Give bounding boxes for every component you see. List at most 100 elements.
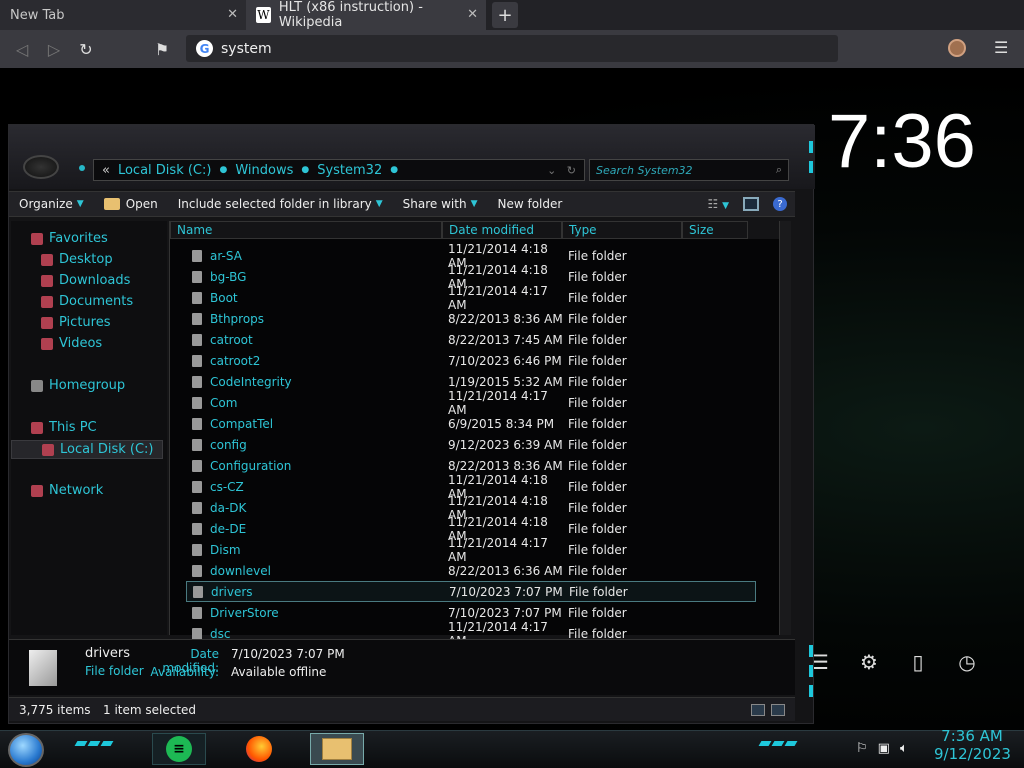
include-label: Include selected folder in library [177,197,372,211]
menu-icon[interactable]: ☰ [994,38,1008,57]
file-type: File folder [568,500,627,515]
tab-wikipedia[interactable]: W HLT (x86 instruction) - Wikipedia ✕ [246,0,486,30]
column-name[interactable]: Name [170,221,442,239]
taskbar-firefox[interactable] [232,733,286,765]
breadcrumb-separator-icon[interactable]: ● [219,165,227,175]
explorer-address-bar[interactable]: « Local Disk (C:) ● Windows ● System32 ●… [93,159,585,181]
breadcrumb-local-disk[interactable]: Local Disk (C:) [118,163,211,178]
volume-icon[interactable]: 🔈︎ [900,741,908,756]
gear-icon[interactable]: ⚙ [857,650,881,674]
new-tab-button[interactable]: + [492,2,518,28]
reload-icon[interactable]: ↻ [70,33,102,65]
open-button[interactable]: Open [94,197,168,211]
profile-avatar[interactable] [948,39,966,57]
table-row[interactable]: Com 11/21/2014 4:17 AM File folder [170,389,780,417]
item-count: 3,775 items [19,702,91,717]
chevron-down-icon: ▼ [470,199,478,209]
cyan-accent [809,645,813,657]
back-icon[interactable]: ◁ [6,33,38,65]
include-in-library-button[interactable]: Include selected folder in library ▼ [168,197,393,211]
flag-icon[interactable]: ⚐ [856,741,868,756]
table-row[interactable]: CompatTel 6/9/2015 8:34 PM File folder [170,413,780,434]
taskbar-file-explorer[interactable] [310,733,364,765]
table-row[interactable]: drivers 7/10/2023 7:07 PM File folder [186,581,756,602]
nav-this-pc[interactable]: This PC [31,420,97,435]
file-name: catroot [210,332,253,347]
folder-icon [192,522,202,535]
nav-documents[interactable]: Documents [41,294,133,309]
nav-videos[interactable]: Videos [41,336,102,351]
folder-icon [192,333,202,346]
network-status-icon[interactable]: ▣ [878,741,890,756]
history-icon[interactable]: ◷ [955,650,979,674]
breadcrumb-separator-icon[interactable]: ● [301,165,309,175]
address-controls-icon[interactable]: ⌄ ↻ [547,164,576,177]
nav-homegroup[interactable]: Homegroup [31,378,125,393]
forward-icon[interactable]: ▷ [38,33,70,65]
column-size[interactable]: Size [682,221,748,239]
recent-dot[interactable] [79,165,85,171]
preview-pane-icon[interactable] [743,197,759,211]
column-type[interactable]: Type [562,221,682,239]
table-row[interactable]: Bthprops 8/22/2013 8:36 AM File folder [170,308,780,329]
details-availability-label: Availability: [150,665,219,679]
taskbar-decoration [758,741,798,746]
address-bar[interactable]: G system [186,35,838,62]
close-icon[interactable]: ✕ [467,7,478,22]
close-icon[interactable]: ✕ [227,7,238,22]
new-folder-button[interactable]: New folder [487,197,572,211]
share-with-button[interactable]: Share with ▼ [393,197,488,211]
column-header: Name Date modified Type Size [170,221,780,239]
nav-desktop[interactable]: Desktop [41,252,113,267]
breadcrumb-separator-icon[interactable]: ● [390,165,398,175]
open-label: Open [125,197,158,211]
bookmark-icon[interactable]: ⚑ [146,33,178,65]
bookmark-icon[interactable]: ▯ [906,650,930,674]
view-options-icon[interactable]: ☷ ▼ [708,197,730,211]
document-icon [41,295,53,308]
folder-icon [192,312,202,325]
organize-button[interactable]: Organize ▼ [9,197,94,211]
breadcrumb-prefix[interactable]: « [102,163,110,178]
nav-label: Pictures [59,315,111,330]
nav-local-disk[interactable]: Local Disk (C:) [11,440,163,459]
breadcrumb-system32[interactable]: System32 [317,163,382,178]
details-view-icon[interactable] [751,703,765,716]
table-row[interactable]: config 9/12/2023 6:39 AM File folder [170,434,780,455]
nav-pictures[interactable]: Pictures [41,315,110,330]
tab-new-tab[interactable]: New Tab ✕ [0,0,246,30]
table-row[interactable]: catroot 8/22/2013 7:45 AM File folder [170,329,780,350]
taskbar-notes-app[interactable]: ≡ [152,733,206,765]
start-button[interactable] [8,733,44,767]
table-row[interactable]: downlevel 8/22/2013 6:36 AM File folder [170,560,780,581]
back-forward-orb[interactable] [23,155,59,179]
command-bar-right: ☷ ▼ ? [708,197,787,211]
folder-icon [192,417,202,430]
file-name: catroot2 [210,353,261,368]
file-name-cell: CodeIntegrity [170,375,448,389]
nav-label: Downloads [59,273,131,288]
details-availability-value: Available offline [231,665,327,679]
search-input[interactable]: Search System32 ⌕ [589,159,789,181]
nav-downloads[interactable]: Downloads [41,273,130,288]
file-type: File folder [568,437,627,452]
file-name: Boot [210,290,238,305]
taskbar-clock[interactable]: 7:36 AM 9/12/2023 [934,727,1011,763]
table-row[interactable]: Dism 11/21/2014 4:17 AM File folder [170,536,780,564]
table-row[interactable]: Boot 11/21/2014 4:17 AM File folder [170,284,780,312]
file-type: File folder [568,605,627,620]
large-icons-view-icon[interactable] [771,703,785,716]
nav-favorites[interactable]: Favorites [31,231,108,246]
help-icon[interactable]: ? [773,197,787,211]
nav-network[interactable]: Network [31,483,103,498]
chevron-down-icon: ▼ [76,199,84,209]
download-icon [41,274,53,287]
table-row[interactable]: catroot2 7/10/2023 6:46 PM File folder [170,350,780,371]
breadcrumb-windows[interactable]: Windows [235,163,293,178]
vertical-scrollbar[interactable] [779,221,791,635]
notes-app-icon: ≡ [166,736,192,762]
file-name: Bthprops [210,311,265,326]
search-icon[interactable]: ⌕ [776,163,782,177]
column-date-modified[interactable]: Date modified [442,221,562,239]
desktop-icon [41,253,53,266]
